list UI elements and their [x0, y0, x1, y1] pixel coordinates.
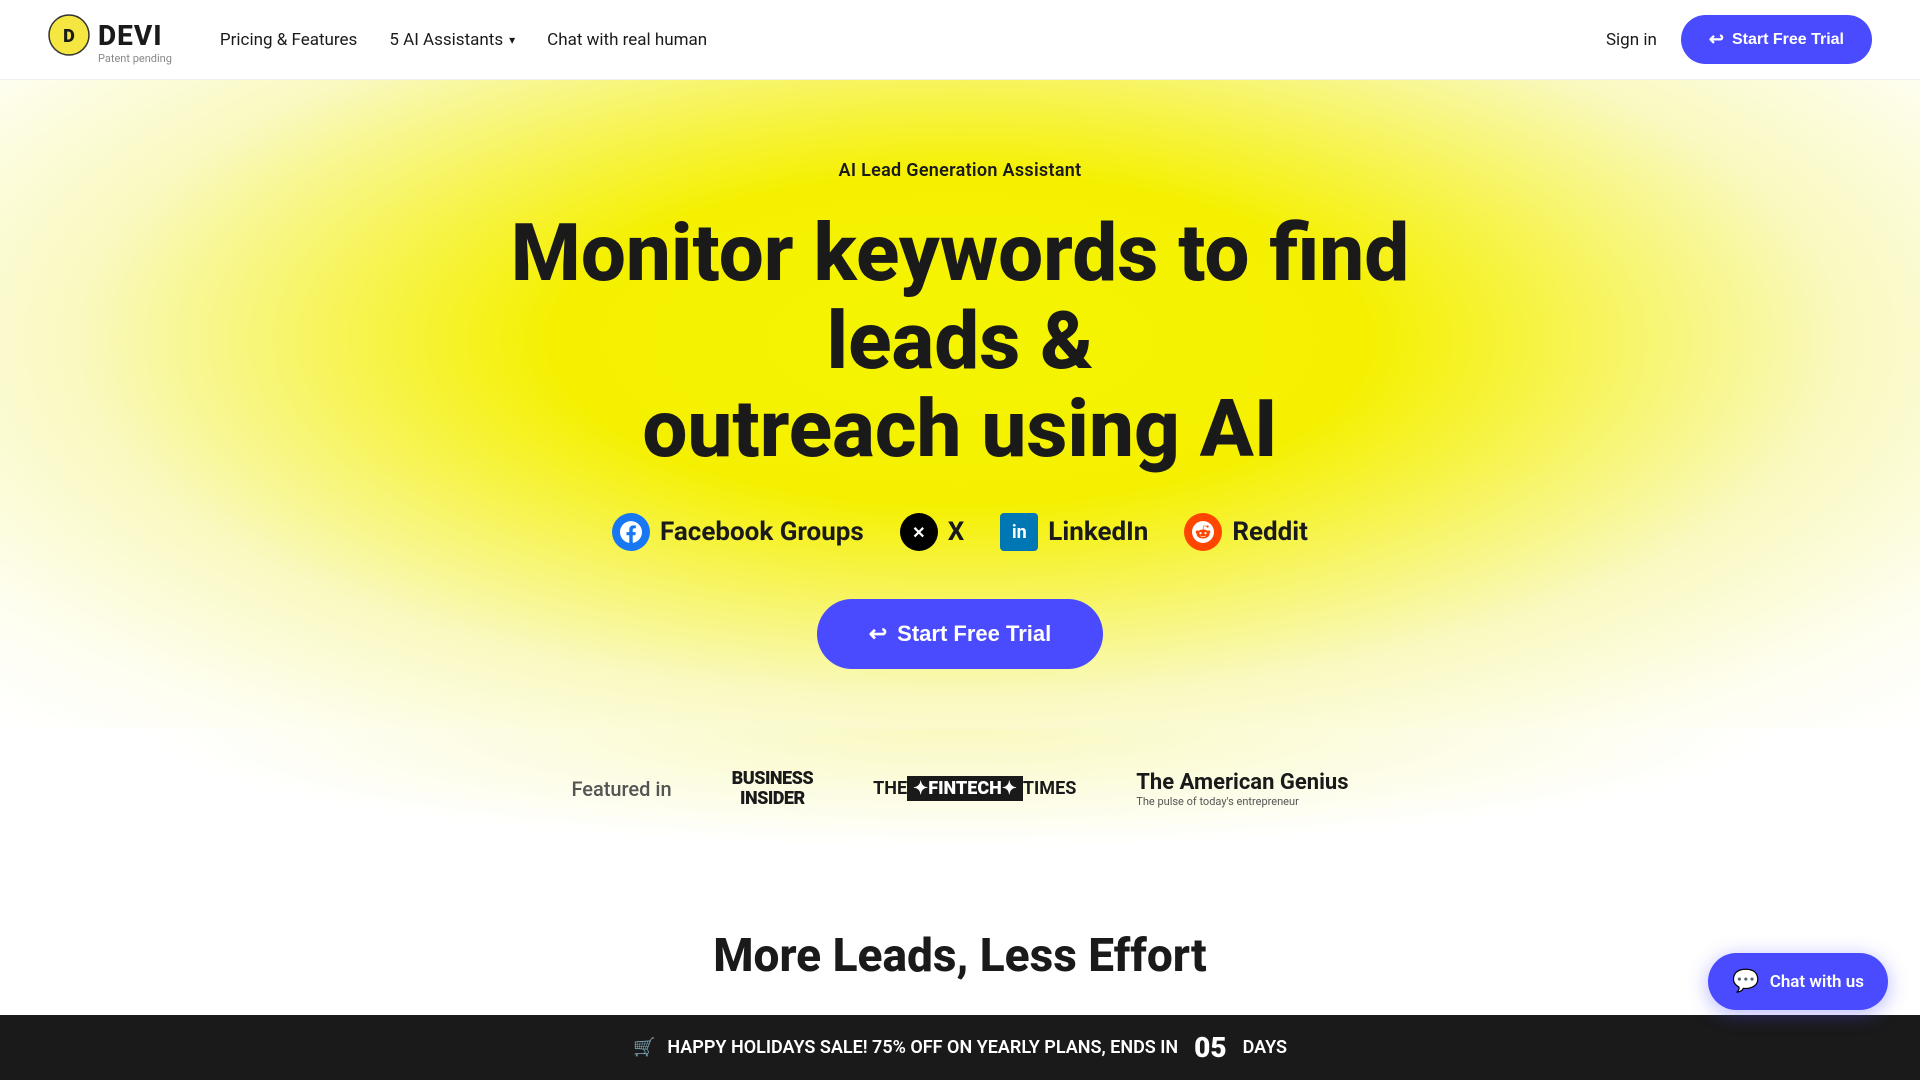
banner-text: HAPPY HOLIDAYS SALE! 75% OFF ON YEARLY P… [667, 1037, 1178, 1058]
banner-countdown: 05 [1194, 1031, 1226, 1064]
logo-area: D DEVI Patent pending [48, 14, 172, 65]
nav-chat-human[interactable]: Chat with real human [547, 30, 707, 50]
platform-facebook: Facebook Groups [612, 513, 864, 551]
platform-linkedin: in LinkedIn [1000, 513, 1148, 551]
reddit-label: Reddit [1232, 517, 1308, 547]
nav-pricing-features[interactable]: Pricing & Features [220, 30, 357, 50]
nav-start-trial-button[interactable]: ↩ Start Free Trial [1681, 15, 1872, 64]
hero-cta-button[interactable]: ↩ Start Free Trial [817, 599, 1104, 669]
hero-section: AI Lead Generation Assistant Monitor key… [0, 80, 1920, 729]
nav-links: Pricing & Features 5 AI Assistants ▾ Cha… [220, 30, 707, 50]
linkedin-icon: in [1000, 513, 1038, 551]
chat-widget[interactable]: 💬 Chat with us [1708, 953, 1888, 1010]
login-icon: ↩ [1709, 29, 1724, 50]
nav-left: D DEVI Patent pending Pricing & Features… [48, 14, 707, 65]
nav-ai-assistants[interactable]: 5 AI Assistants ▾ [389, 30, 515, 50]
hero-title: Monitor keywords to find leads & outreac… [410, 209, 1510, 473]
ag-sub: The pulse of today's entrepreneur [1136, 795, 1348, 808]
fintech-prefix: THE [873, 778, 907, 799]
nav-right: Sign in ↩ Start Free Trial [1606, 15, 1872, 64]
ag-main: The American Genius [1136, 770, 1348, 795]
fintech-highlight: ✦FINTECH✦ [907, 776, 1023, 801]
fintech-times-logo: THE ✦FINTECH✦ TIMES [873, 776, 1076, 801]
featured-label: Featured in [571, 777, 671, 801]
x-icon: ✕ [900, 513, 938, 551]
more-leads-section: More Leads, Less Effort [0, 869, 1920, 1023]
logo-row: D DEVI [48, 14, 163, 56]
business-insider-logo: BUSINESS INSIDER [732, 769, 814, 809]
platform-reddit: Reddit [1184, 513, 1308, 551]
american-genius-logo: The American Genius The pulse of today's… [1136, 770, 1348, 808]
linkedin-label: LinkedIn [1048, 517, 1148, 547]
reddit-icon [1184, 513, 1222, 551]
platform-x: ✕ X [900, 513, 965, 551]
svg-text:D: D [63, 26, 75, 47]
facebook-label: Facebook Groups [660, 517, 864, 547]
patent-label: Patent pending [98, 52, 172, 65]
banner-unit: DAYS [1243, 1037, 1287, 1058]
brand-name: DEVI [98, 19, 163, 52]
social-platforms: Facebook Groups ✕ X in LinkedIn Reddit [612, 513, 1308, 551]
hero-subtitle: AI Lead Generation Assistant [839, 160, 1082, 181]
signin-link[interactable]: Sign in [1606, 30, 1657, 50]
bottom-banner: 🛒 HAPPY HOLIDAYS SALE! 75% OFF ON YEARLY… [0, 1015, 1920, 1080]
devi-logo-icon: D [48, 14, 90, 56]
fintech-suffix: TIMES [1023, 778, 1076, 799]
x-label: X [948, 517, 965, 547]
chat-icon: 💬 [1732, 969, 1759, 994]
hero-cta-icon: ↩ [869, 621, 887, 647]
featured-section: Featured in BUSINESS INSIDER THE ✦FINTEC… [0, 729, 1920, 869]
facebook-icon [612, 513, 650, 551]
banner-icon: 🛒 [633, 1037, 655, 1058]
more-leads-title: More Leads, Less Effort [48, 929, 1872, 983]
chevron-down-icon: ▾ [509, 33, 515, 47]
navbar: D DEVI Patent pending Pricing & Features… [0, 0, 1920, 80]
